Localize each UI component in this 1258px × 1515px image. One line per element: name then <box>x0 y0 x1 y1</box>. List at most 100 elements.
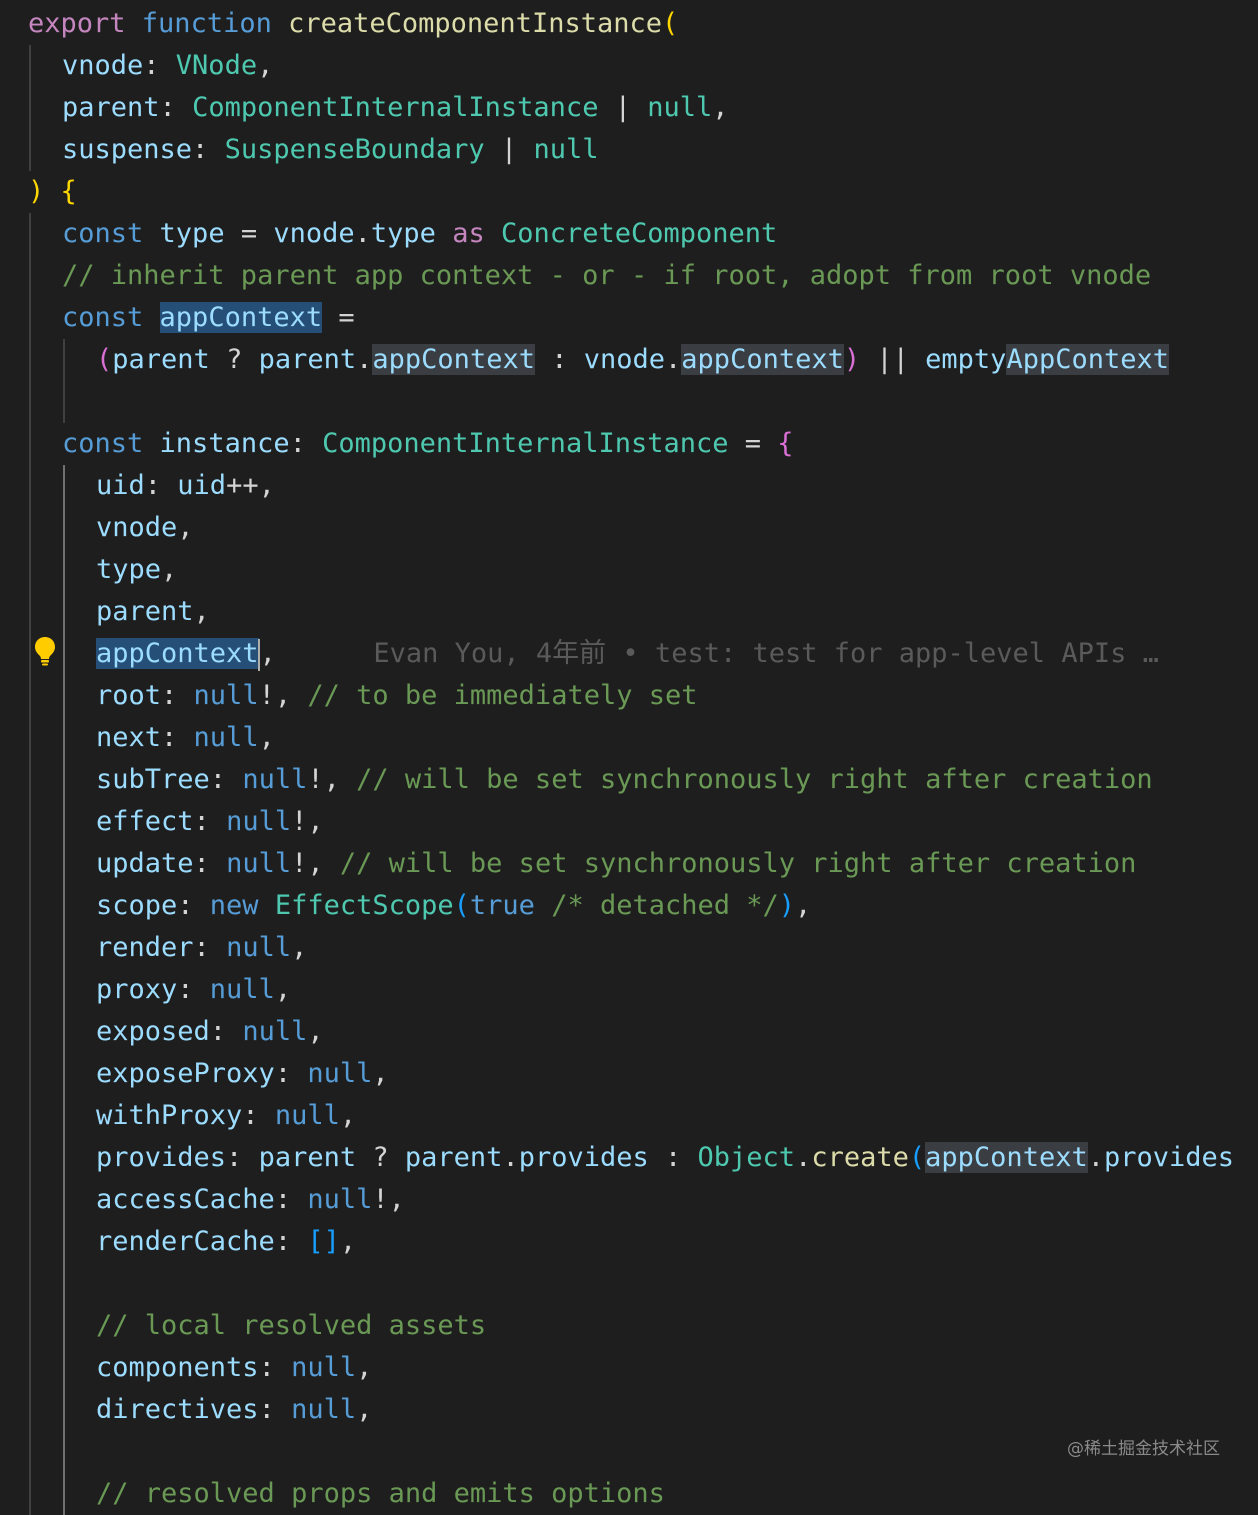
code-line[interactable]: ) { <box>0 171 1258 213</box>
code-token: provides <box>518 1142 649 1173</box>
code-line[interactable]: export function createComponentInstance( <box>0 3 1258 45</box>
code-token: . <box>665 344 682 375</box>
code-token: : <box>274 1226 308 1257</box>
indent-guide <box>29 465 31 507</box>
code-token: : <box>144 470 178 501</box>
code-line[interactable]: directives: null, <box>0 1389 1258 1431</box>
code-line[interactable]: const instance: ComponentInternalInstanc… <box>0 423 1258 465</box>
code-line[interactable]: renderCache: [], <box>0 1221 1258 1263</box>
code-token: next <box>96 722 162 753</box>
code-token: !, <box>258 680 308 711</box>
indent-guide <box>29 213 31 255</box>
code-token: vnode <box>96 512 178 543</box>
code-line[interactable]: type, <box>0 549 1258 591</box>
code-token: , <box>339 1100 357 1131</box>
code-line[interactable] <box>0 1263 1258 1305</box>
code-line[interactable]: effect: null!, <box>0 801 1258 843</box>
code-token: renderCache <box>96 1226 275 1257</box>
code-token: : <box>192 134 225 165</box>
code-line[interactable]: components: null, <box>0 1347 1258 1389</box>
code-line[interactable] <box>0 381 1258 423</box>
code-token: function <box>141 8 289 39</box>
code-token: AppContext <box>1006 344 1169 375</box>
code-line[interactable]: render: null, <box>0 927 1258 969</box>
code-token: , <box>356 1394 373 1425</box>
code-token: parent <box>62 92 160 123</box>
code-text: const appContext = <box>62 297 355 339</box>
code-line[interactable]: // local resolved assets <box>0 1305 1258 1347</box>
code-line[interactable]: // inherit parent app context - or - if … <box>0 255 1258 297</box>
code-line[interactable]: parent, <box>0 591 1258 633</box>
code-token: : <box>648 1142 698 1173</box>
code-line[interactable]: provides: parent ? parent.provides : Obj… <box>0 1137 1258 1179</box>
code-token: // will be set synchronously right after… <box>356 764 1153 795</box>
code-token: = <box>728 428 778 459</box>
indent-guide <box>63 927 65 969</box>
code-token: uid <box>177 470 227 501</box>
code-token: null <box>226 806 292 837</box>
code-token: ) <box>778 890 796 921</box>
code-token: : <box>159 92 193 123</box>
code-line[interactable]: const appContext = <box>0 297 1258 339</box>
code-token: : <box>258 1394 292 1425</box>
code-line[interactable]: proxy: null, <box>0 969 1258 1011</box>
indent-guide <box>29 423 31 465</box>
code-token: vnode <box>273 218 355 249</box>
code-token: : <box>274 1184 308 1215</box>
code-line[interactable]: appContext, Evan You, 4年前 • test: test f… <box>0 633 1258 675</box>
code-token: : <box>209 1016 243 1047</box>
git-blame-annotation[interactable]: Evan You, 4年前 • test: test for app-level… <box>276 638 1159 669</box>
indent-guide <box>63 843 65 885</box>
code-token: createComponentInstance <box>288 8 662 39</box>
code-line[interactable]: suspense: SuspenseBoundary | null <box>0 129 1258 171</box>
code-line[interactable]: uid: uid++, <box>0 465 1258 507</box>
code-line[interactable]: subTree: null!, // will be set synchrono… <box>0 759 1258 801</box>
code-line[interactable]: update: null!, // will be set synchronou… <box>0 843 1258 885</box>
code-token: ? <box>209 344 259 375</box>
code-token: parent <box>96 596 194 627</box>
code-token: subTree <box>96 764 210 795</box>
code-token: const <box>62 218 160 249</box>
code-editor[interactable]: export function createComponentInstance(… <box>0 0 1258 1515</box>
code-text: ) { <box>28 171 77 213</box>
code-line[interactable]: (parent ? parent.appContext : vnode.appC… <box>0 339 1258 381</box>
code-line[interactable]: root: null!, // to be immediately set <box>0 675 1258 717</box>
code-line[interactable]: parent: ComponentInternalInstance | null… <box>0 87 1258 129</box>
code-token: ) <box>843 344 861 375</box>
code-line[interactable]: withProxy: null, <box>0 1095 1258 1137</box>
code-text: vnode: VNode, <box>62 45 273 87</box>
code-line[interactable]: // resolved props and emits options <box>0 1473 1258 1515</box>
code-line[interactable]: scope: new EffectScope(true /* detached … <box>0 885 1258 927</box>
indent-guide <box>29 339 31 381</box>
indent-guide <box>29 717 31 759</box>
code-line[interactable]: next: null, <box>0 717 1258 759</box>
code-token: provides <box>1103 1142 1235 1173</box>
code-token: directives <box>96 1394 259 1425</box>
code-line[interactable]: vnode, <box>0 507 1258 549</box>
code-token: . <box>1087 1142 1104 1173</box>
code-line[interactable]: const type = vnode.type as ConcreteCompo… <box>0 213 1258 255</box>
code-line[interactable]: exposed: null, <box>0 1011 1258 1053</box>
code-token: null <box>291 1352 357 1383</box>
code-line[interactable]: accessCache: null!, <box>0 1179 1258 1221</box>
indent-guide <box>29 1263 31 1305</box>
indent-guide <box>29 927 31 969</box>
code-token: !, <box>291 848 340 879</box>
code-token: parent <box>258 344 357 375</box>
code-line[interactable]: vnode: VNode, <box>0 45 1258 87</box>
code-token: : <box>289 428 323 459</box>
code-text: exposed: null, <box>96 1011 324 1053</box>
code-token: vnode <box>62 50 144 81</box>
code-token: : <box>193 848 227 879</box>
indent-guide <box>63 1011 65 1053</box>
code-token: null <box>193 680 259 711</box>
code-text: directives: null, <box>96 1389 372 1431</box>
code-text: // inherit parent app context - or - if … <box>62 255 1151 297</box>
code-line[interactable]: exposeProxy: null, <box>0 1053 1258 1095</box>
code-token: true <box>469 890 535 921</box>
code-token: appContext <box>681 344 844 375</box>
indent-guide <box>29 885 31 927</box>
code-token: // will be set synchronously right after… <box>339 848 1137 879</box>
lightbulb-icon[interactable] <box>34 636 56 666</box>
code-token: !, <box>372 1184 405 1215</box>
